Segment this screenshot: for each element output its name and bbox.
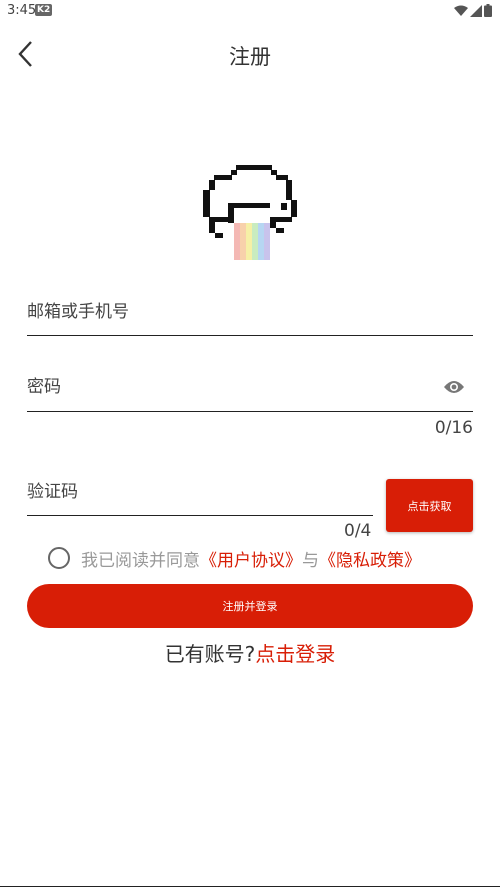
eye-icon[interactable] — [443, 379, 465, 395]
wifi-icon — [454, 5, 468, 16]
k2-badge-icon: K2 — [35, 4, 53, 16]
agreement-prefix: 我已阅读并同意 — [81, 550, 200, 571]
status-bar: 3:45 K2 — [0, 0, 500, 22]
agreement-row: 我已阅读并同意 《用户协议》 与 《隐私政策》 — [48, 545, 421, 571]
login-link[interactable]: 点击登录 — [255, 642, 335, 666]
verification-code-field — [27, 472, 373, 516]
login-row: 已有账号?点击登录 — [0, 638, 500, 667]
privacy-policy-link[interactable]: 《隐私政策》 — [319, 546, 421, 571]
code-underline — [27, 515, 373, 516]
email-underline — [27, 335, 473, 336]
status-icons — [454, 4, 492, 17]
email-phone-field — [27, 292, 473, 336]
have-account-text: 已有账号? — [164, 642, 256, 666]
email-phone-input[interactable] — [27, 292, 473, 332]
status-time: 3:45 — [7, 3, 37, 18]
bottom-divider — [0, 886, 500, 887]
battery-icon — [484, 4, 492, 17]
signal-icon — [470, 4, 482, 17]
user-agreement-link[interactable]: 《用户协议》 — [200, 546, 302, 571]
password-field — [27, 367, 473, 412]
agreement-conjunction: 与 — [302, 550, 319, 571]
get-code-button[interactable]: 点击获取 — [386, 479, 473, 532]
pixel-rainbow-cloud-logo — [198, 165, 302, 261]
register-button[interactable]: 注册并登录 — [27, 584, 473, 628]
app-bar: 注册 — [0, 30, 500, 78]
agree-radio[interactable] — [48, 547, 70, 569]
password-input[interactable] — [27, 367, 427, 407]
code-counter: 0/4 — [344, 521, 372, 541]
verification-code-input[interactable] — [27, 472, 373, 512]
password-underline — [27, 411, 473, 412]
password-counter: 0/16 — [434, 418, 473, 438]
page-title: 注册 — [229, 45, 271, 69]
